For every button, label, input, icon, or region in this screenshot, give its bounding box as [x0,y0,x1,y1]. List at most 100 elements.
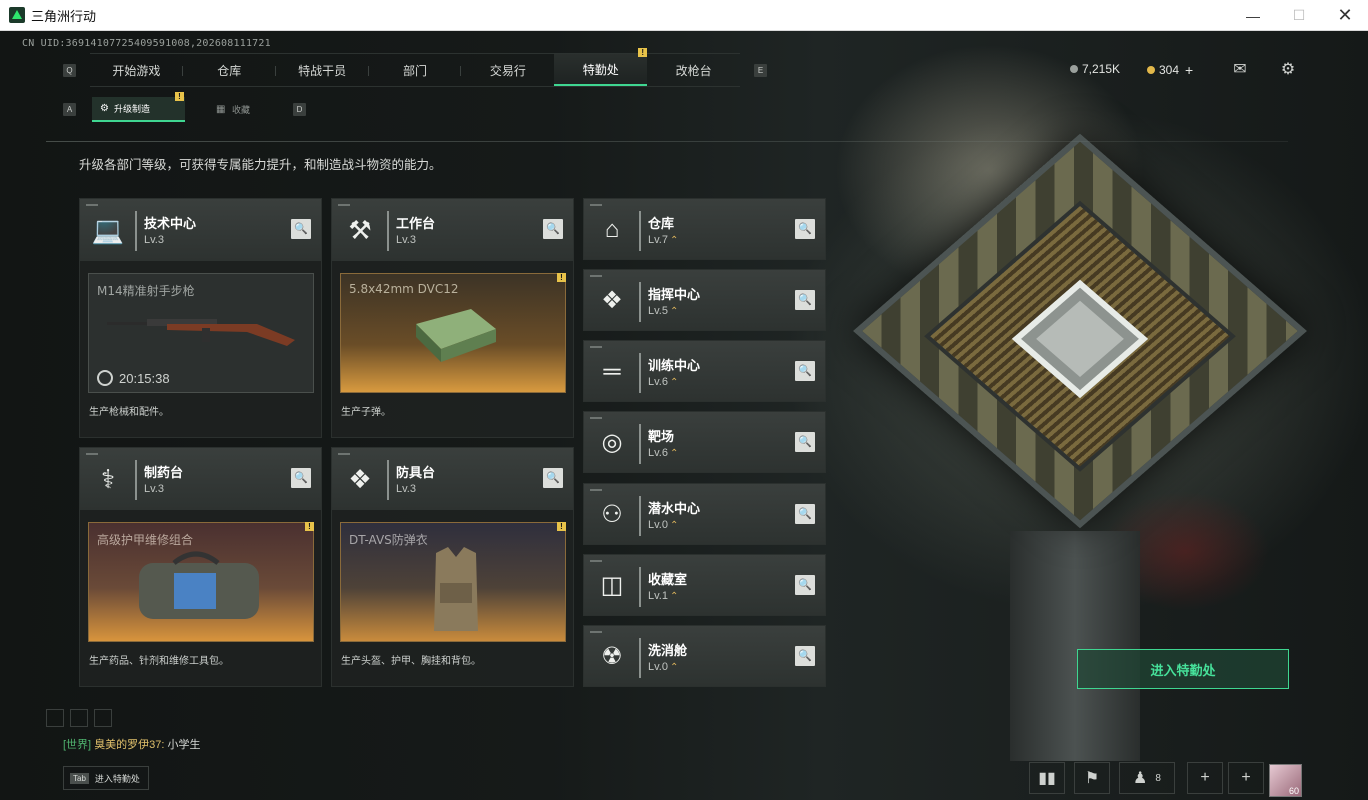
search-icon[interactable]: 🔍 [795,575,815,595]
station-card-workbench[interactable]: ⚒ 工作台 Lv.3 🔍 5.8x42mm DVC12 ! 生产子弹。 [331,198,574,438]
upgrade-available-icon: ⌃ [669,377,679,388]
friends-button[interactable]: ♟ 8 [1119,762,1175,794]
station-level-row: Lv.6 ⌃ [648,376,679,388]
display-case-icon: ◫ [600,572,624,599]
chat-message: 小学生 [167,739,201,751]
station-level-row: Lv.6 ⌃ [648,447,679,459]
currency-havalcoin[interactable]: 7,215K [1070,62,1120,76]
station-card-tech-center[interactable]: 💻 技术中心 Lv.3 🔍 M14精准射手步枪 20:15:38 生产枪械和配件… [79,198,322,438]
tab-hint[interactable]: Tab 进入特勤处 [63,766,149,790]
currency-premium[interactable]: 304 + [1147,62,1193,78]
tab-key-icon: Tab [70,772,89,784]
hud-corner-mark [46,709,64,727]
search-icon[interactable]: 🔍 [795,219,815,239]
coin-icon [1070,65,1078,73]
station-name: 技术中心 [144,216,197,231]
product-name: 5.8x42mm DVC12 [349,282,459,296]
friends-icon: ♟ [1133,770,1148,787]
microscope-icon: ⚕ [100,464,116,494]
station-card-decontamination[interactable]: ☢ 洗消舱 Lv.0 ⌃ 🔍 [583,625,826,687]
ammo-box-image [416,309,496,362]
collection-icon: ▦ [216,104,226,115]
tab-departments[interactable]: 部门 [369,54,462,86]
stats-chart-icon[interactable]: ▮▮ [1029,762,1065,794]
station-level-row: Lv.1 ⌃ [648,590,679,602]
station-card-shooting-range[interactable]: ◎ 靶场 Lv.6 ⌃ 🔍 [583,411,826,473]
production-slot[interactable]: DT-AVS防弹衣 ! [340,522,566,642]
window-title: 三角洲行动 [31,8,97,24]
station-name: 训练中心 [648,358,701,373]
upgrade-available-icon: ⌃ [669,448,679,459]
search-icon[interactable]: 🔍 [795,361,815,381]
player-uid: CN UID:369141077254095910​08,20260811172… [22,38,271,49]
maximize-icon[interactable]: ☐ [1276,0,1322,31]
product-name: M14精准射手步枪 [97,284,195,298]
station-card-armor-bench[interactable]: ❖ 防具台 Lv.3 🔍 DT-AVS防弹衣 ! 生产头盔、护甲、胸挂和背包。 [331,447,574,687]
station-card-command-center[interactable]: ❖ 指挥中心 Lv.5 ⌃ 🔍 [583,269,826,331]
window-titlebar: 三角洲行动 — ☐ ✕ [0,0,1368,31]
upgrade-available-icon: ⌃ [669,306,679,317]
production-slot[interactable]: M14精准射手步枪 20:15:38 [88,273,314,393]
station-name: 潜水中心 [648,501,701,516]
search-icon[interactable]: 🔍 [543,468,563,488]
tab-start-game[interactable]: 开始游戏 [90,54,183,86]
production-slot[interactable]: 5.8x42mm DVC12 ! [340,273,566,393]
station-level: Lv.3 [144,234,164,246]
station-level-row: Lv.0 ⌃ [648,661,679,673]
hazmat-icon: ☢ [601,643,623,670]
cubes-icon: ❖ [348,464,372,494]
search-icon[interactable]: 🔍 [795,504,815,524]
station-level: Lv.3 [396,234,416,246]
close-icon[interactable]: ✕ [1322,0,1368,31]
tab-warehouse[interactable]: 仓库 [183,54,276,86]
tab-special-ops[interactable]: 特勤处 ! [554,48,648,86]
search-icon[interactable]: 🔍 [795,432,815,452]
world-chat-line[interactable]: [世界] 臭美的罗伊37: 小学生 [63,736,201,752]
player-avatar[interactable]: 60 [1269,764,1302,797]
station-name: 工作台 [396,216,436,231]
station-name: 指挥中心 [648,287,701,302]
tab-gunsmith[interactable]: 改枪台 [647,54,740,86]
flag-icon[interactable]: ⚑ [1074,762,1110,794]
subtab-collection[interactable]: ▦ 收藏 [190,97,280,122]
settings-gear-icon[interactable]: ⚙ [1277,59,1299,79]
target-icon: ◎ [601,429,623,456]
station-card-training-center[interactable]: ═ 训练中心 Lv.6 ⌃ 🔍 [583,340,826,402]
add-currency-button[interactable]: + [1185,62,1193,78]
mail-icon[interactable]: ✉ [1229,59,1251,79]
divider [46,141,1288,142]
subtab-left-key-hint: A [63,103,76,116]
station-caption: 生产头盔、护甲、胸挂和背包。 [341,656,481,667]
search-icon[interactable]: 🔍 [291,219,311,239]
wrench-icon: ⚙ [100,103,109,114]
alert-badge: ! [557,522,566,531]
station-level-row: Lv.7 ⌃ [648,234,679,246]
tab-trading[interactable]: 交易行 [461,54,554,86]
station-name: 收藏室 [648,572,688,587]
tab-operators[interactable]: 特战干员 [276,54,369,86]
station-level: Lv.3 [396,483,416,495]
app-logo-icon [9,7,25,23]
production-timer: 20:15:38 [97,370,170,386]
add-party-slot-icon[interactable]: + [1187,762,1223,794]
production-slot[interactable]: 高级护甲维修组合 ! [88,522,314,642]
upgrade-available-icon: ⌃ [669,520,679,531]
search-icon[interactable]: 🔍 [291,468,311,488]
friends-count: 8 [1155,772,1161,784]
station-name: 防具台 [396,465,436,480]
search-icon[interactable]: 🔍 [543,219,563,239]
search-icon[interactable]: 🔍 [795,290,815,310]
search-icon[interactable]: 🔍 [795,646,815,666]
product-name: DT-AVS防弹衣 [349,533,428,547]
minimize-icon[interactable]: — [1230,0,1276,31]
station-card-warehouse[interactable]: ⌂ 仓库 Lv.7 ⌃ 🔍 [583,198,826,260]
station-card-collection-room[interactable]: ◫ 收藏室 Lv.1 ⌃ 🔍 [583,554,826,616]
station-card-pharmacy[interactable]: ⚕ 制药台 Lv.3 🔍 高级护甲维修组合 ! 生产药品、针剂和维修工具包。 [79,447,322,687]
subtab-upgrade-craft[interactable]: ⚙ 升级制造 ! [92,92,185,122]
enter-special-ops-button[interactable]: 进入特勤处 [1077,649,1289,689]
main-nav: 开始游戏 仓库 特战干员 部门 交易行 特勤处 ! 改枪台 [90,48,740,87]
add-party-slot-icon[interactable]: + [1228,762,1264,794]
station-card-diving-center[interactable]: ⚇ 潜水中心 Lv.0 ⌃ 🔍 [583,483,826,545]
dumbbell-icon: ═ [603,358,621,385]
tools-icon: ⚒ [348,215,372,245]
